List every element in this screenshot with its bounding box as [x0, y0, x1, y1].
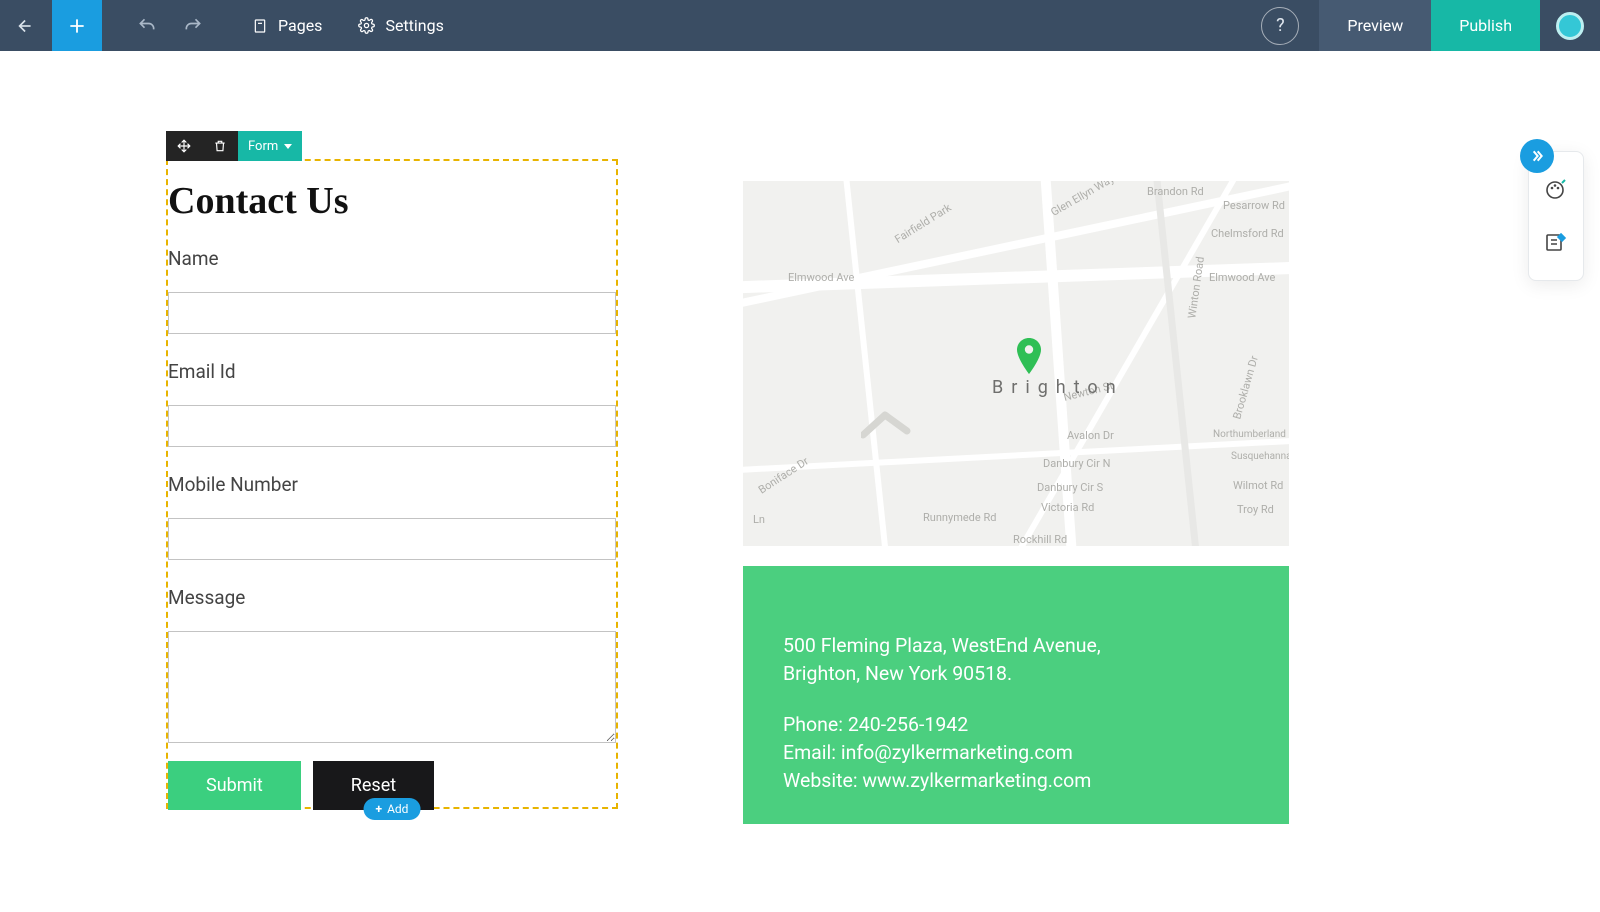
avatar-icon: [1556, 12, 1584, 40]
settings-label: Settings: [385, 16, 443, 35]
element-type-dropdown[interactable]: Form: [238, 131, 302, 161]
road-label: Wilmot Rd: [1233, 479, 1283, 492]
account-avatar[interactable]: [1540, 0, 1600, 51]
pages-icon: [252, 18, 268, 34]
preview-button[interactable]: Preview: [1319, 0, 1431, 51]
editor-canvas[interactable]: Form Contact Us Name Email Id Mobile Num…: [0, 51, 1600, 912]
road-label: Brandon Rd: [1147, 185, 1204, 198]
element-toolbar: Form: [166, 131, 302, 161]
road-label: Susquehanna Rd: [1231, 451, 1289, 462]
submit-button[interactable]: Submit: [168, 761, 301, 810]
road-label: Fairfield Park: [892, 201, 953, 246]
message-label: Message: [168, 584, 616, 613]
contact-form-element[interactable]: Form Contact Us Name Email Id Mobile Num…: [166, 159, 618, 809]
chevrons-right-icon: [1529, 148, 1545, 164]
map-element[interactable]: Elmwood Ave Elmwood Ave Glen Ellyn Way N…: [743, 181, 1289, 546]
theme-tool-button[interactable]: [1542, 176, 1570, 204]
map-arrow-icon: [861, 409, 921, 439]
road-label: Ln: [753, 513, 765, 526]
email-line: Email: info@zylkermarketing.com: [783, 739, 1249, 767]
settings-menu[interactable]: Settings: [340, 0, 461, 51]
address-line: 500 Fleming Plaza, WestEnd Avenue,: [783, 632, 1249, 660]
road-label: Chelmsford Rd: [1211, 227, 1284, 240]
delete-element-button[interactable]: [202, 131, 238, 161]
mobile-label: Mobile Number: [168, 471, 616, 500]
gear-icon: [358, 17, 375, 34]
pages-label: Pages: [278, 16, 322, 35]
road-label: Danbury Cir S: [1037, 481, 1103, 494]
pages-menu[interactable]: Pages: [234, 0, 340, 51]
move-handle[interactable]: [166, 131, 202, 161]
map-pin-icon: [1016, 338, 1042, 374]
road-label: Rockhill Rd: [1013, 533, 1067, 546]
add-section-button[interactable]: + Add: [364, 798, 421, 820]
map-place-label: Brighton: [992, 377, 1124, 398]
name-label: Name: [168, 245, 616, 274]
website-line: Website: www.zylkermarketing.com: [783, 767, 1249, 795]
road-label: Troy Rd: [1237, 503, 1274, 516]
undo-button[interactable]: [124, 0, 170, 51]
top-toolbar: Pages Settings ? Preview Publish: [0, 0, 1600, 51]
help-button[interactable]: ?: [1261, 7, 1299, 45]
add-element-button[interactable]: [52, 0, 102, 51]
help-icon: ?: [1276, 15, 1285, 36]
road-label: Victoria Rd: [1041, 501, 1094, 514]
name-input[interactable]: [168, 292, 616, 334]
mobile-input[interactable]: [168, 518, 616, 560]
road-label: Brooklawn Dr: [1230, 354, 1260, 420]
panel-expand-button[interactable]: [1520, 139, 1554, 173]
palette-icon: [1544, 178, 1568, 202]
plus-icon: +: [376, 802, 383, 816]
road-label: Runnymede Rd: [923, 511, 996, 524]
address-line: Brighton, New York 90518.: [783, 660, 1249, 688]
email-label: Email Id: [168, 358, 616, 387]
form-title: Contact Us: [168, 161, 616, 245]
road-label: Glen Ellyn Way: [1049, 181, 1117, 219]
message-textarea[interactable]: [168, 631, 616, 743]
road-label: Pesarrow Rd: [1223, 199, 1285, 212]
road-label: Boniface Dr: [756, 455, 811, 497]
address-card: 500 Fleming Plaza, WestEnd Avenue, Brigh…: [743, 566, 1289, 824]
phone-line: Phone: 240-256-1942: [783, 711, 1249, 739]
email-input[interactable]: [168, 405, 616, 447]
road-label: Elmwood Ave: [788, 271, 854, 284]
road-label: Danbury Cir N: [1043, 457, 1110, 470]
edit-tool-button[interactable]: [1542, 228, 1570, 256]
chevron-down-icon: [284, 144, 292, 149]
edit-icon: [1544, 230, 1568, 254]
publish-button[interactable]: Publish: [1431, 0, 1540, 51]
back-button[interactable]: [0, 0, 52, 51]
redo-button[interactable]: [170, 0, 216, 51]
road-label: Northumberland Rd: [1213, 429, 1289, 440]
road-label: Avalon Dr: [1067, 429, 1114, 442]
road-label: Elmwood Ave: [1209, 271, 1275, 284]
